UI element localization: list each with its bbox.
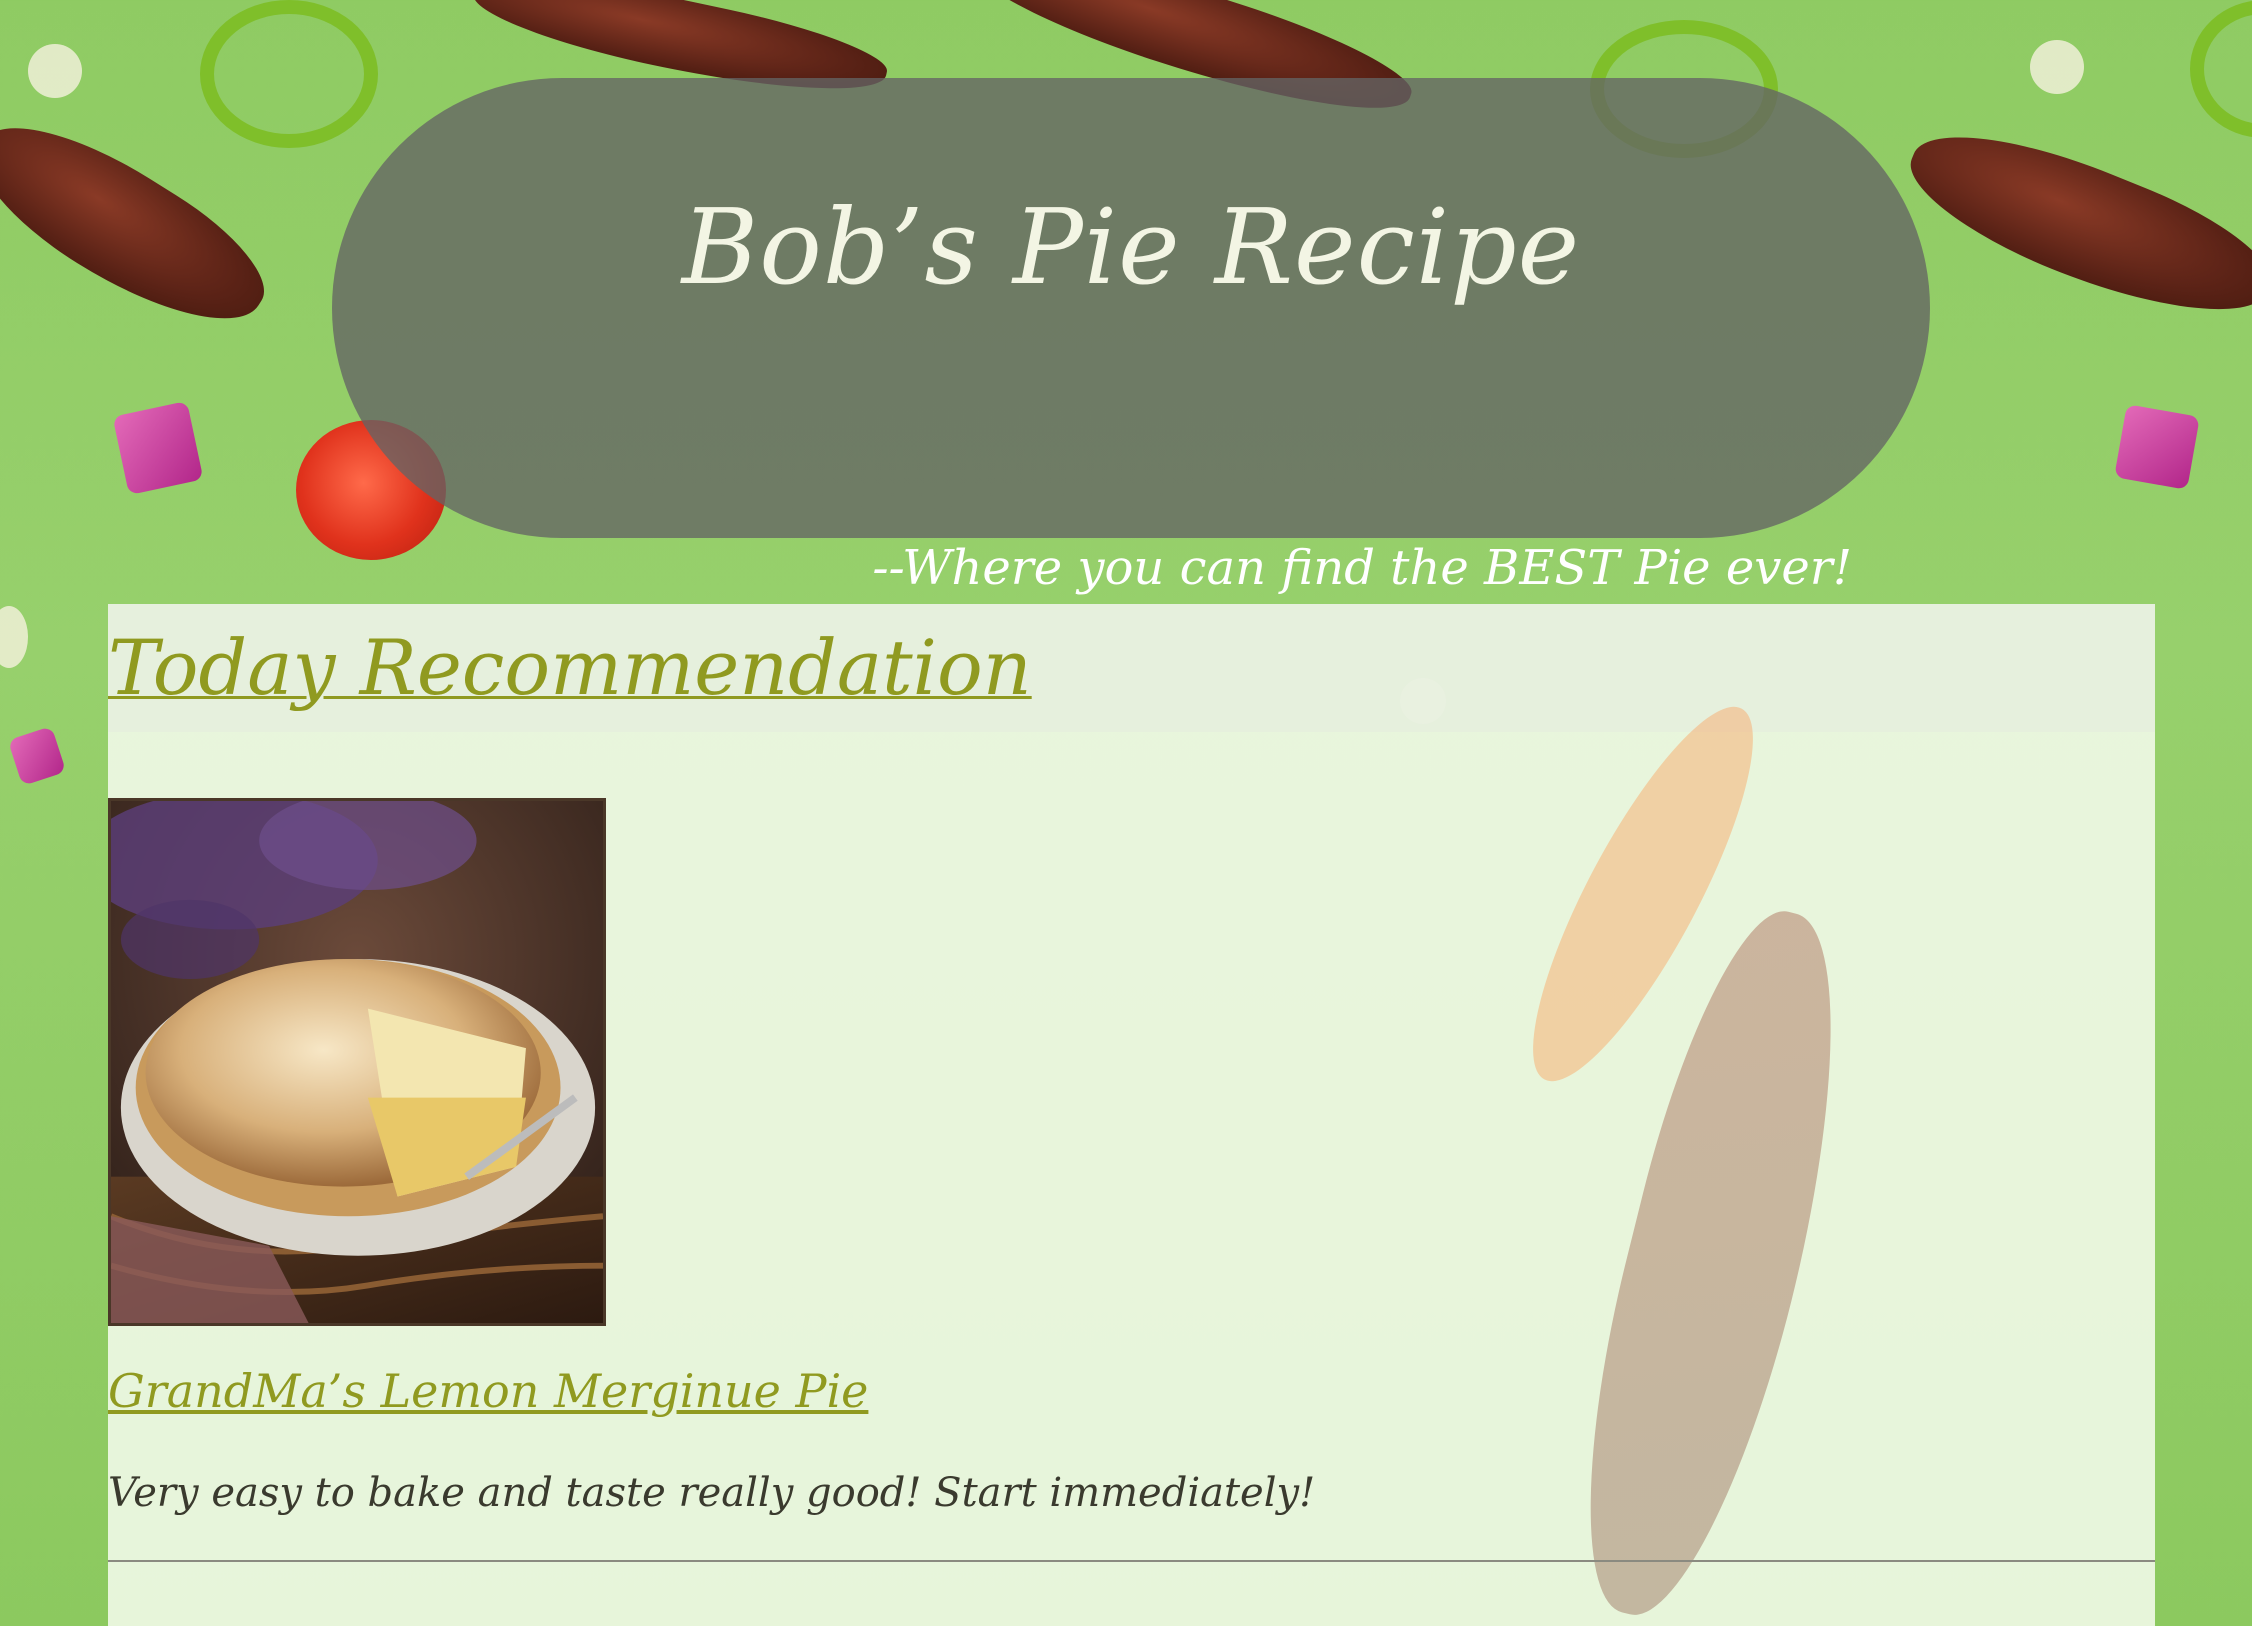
recommendation-panel: Today Recommendation GrandMa’s Lemon Mer… <box>108 604 2155 1626</box>
site-tagline: --Where you can find the BEST Pie ever! <box>872 540 1852 596</box>
recipe-title-link[interactable]: GrandMa’s Lemon Merginue Pie <box>108 1364 868 1418</box>
background-dot-decoration <box>0 606 28 668</box>
section-divider <box>108 1560 2155 1562</box>
background-jerky-decoration <box>1893 102 2252 348</box>
pie-photo-image <box>111 801 603 1323</box>
section-header: Today Recommendation <box>108 604 2155 732</box>
background-pepper-ring-decoration <box>200 0 378 148</box>
background-dot-decoration <box>28 44 82 98</box>
site-header: Bob’s Pie Recipe --Where you can find th… <box>332 78 1930 596</box>
background-jerky-decoration <box>0 93 285 357</box>
recipe-image-link[interactable] <box>108 798 606 1326</box>
background-dot-decoration <box>2030 40 2084 94</box>
background-onion-decoration <box>2114 404 2200 490</box>
recipe-description: Very easy to bake and taste really good!… <box>108 1470 1316 1516</box>
background-pepper-ring-decoration <box>2190 0 2252 138</box>
panel-pepper-decoration <box>1495 682 1791 1106</box>
panel-jerky-decoration <box>1543 894 1883 1626</box>
background-onion-decoration <box>7 726 67 786</box>
background-onion-decoration <box>112 400 204 496</box>
section-title-link[interactable]: Today Recommendation <box>108 604 2155 732</box>
site-title: Bob’s Pie Recipe <box>681 186 1581 308</box>
